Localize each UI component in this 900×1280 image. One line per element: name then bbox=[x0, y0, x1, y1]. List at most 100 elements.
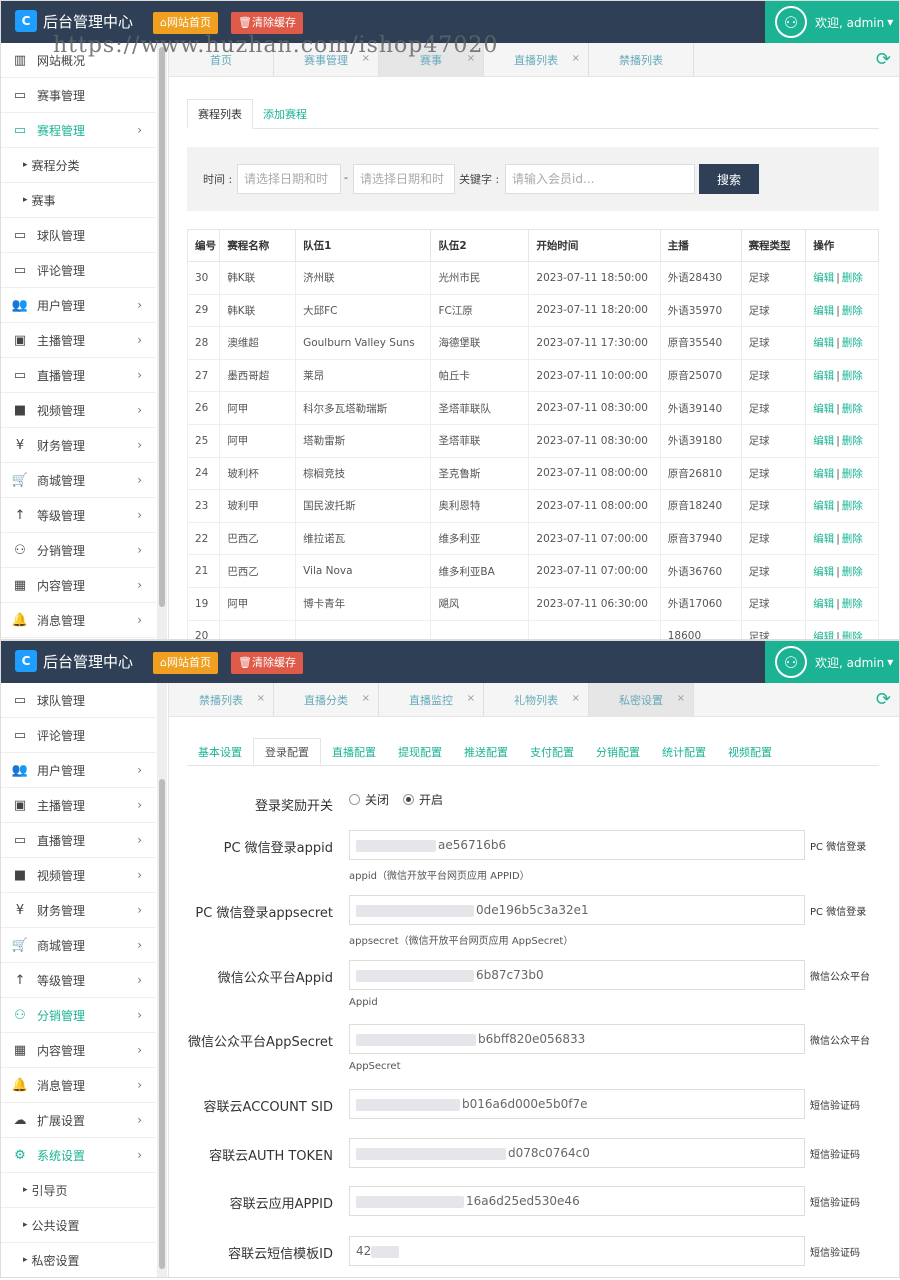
search-button[interactable]: 搜索 bbox=[699, 164, 759, 194]
sidebar-item[interactable]: 🔔 消息管理 › bbox=[1, 1068, 156, 1103]
tab-add-schedule[interactable]: 添加赛程 bbox=[253, 99, 317, 129]
refresh-icon[interactable]: ⟳ bbox=[876, 689, 891, 710]
sidebar-item[interactable]: ▸ 赛程分类 bbox=[1, 148, 156, 183]
sidebar-scrollbar[interactable] bbox=[157, 43, 167, 639]
delete-link[interactable]: 删除 bbox=[842, 500, 863, 512]
sidebar-item[interactable]: ▭ 直播管理 › bbox=[1, 358, 156, 393]
clear-cache-button[interactable]: 🗑清除缓存 bbox=[231, 12, 303, 34]
sidebar-item[interactable]: ▭ 赛程管理 › bbox=[1, 113, 156, 148]
tab[interactable]: 直播分类 × bbox=[274, 683, 379, 717]
radio-off[interactable] bbox=[349, 794, 360, 805]
close-icon[interactable]: × bbox=[572, 53, 580, 64]
scrollbar-thumb[interactable] bbox=[159, 47, 165, 607]
delete-link[interactable]: 删除 bbox=[842, 631, 863, 639]
edit-link[interactable]: 编辑 bbox=[813, 305, 834, 317]
sidebar-item[interactable]: ▦ 内容管理 › bbox=[1, 1033, 156, 1068]
edit-link[interactable]: 编辑 bbox=[813, 272, 834, 284]
config-tab[interactable]: 基本设置 bbox=[187, 738, 253, 765]
config-input[interactable]: ae56716b6 bbox=[349, 830, 805, 860]
sidebar-item[interactable]: ▭ 评论管理 bbox=[1, 718, 156, 753]
close-icon[interactable]: × bbox=[572, 693, 580, 704]
sidebar-item[interactable]: ▭ 球队管理 bbox=[1, 218, 156, 253]
end-date-input[interactable]: 请选择日期和时 bbox=[353, 164, 455, 194]
edit-link[interactable]: 编辑 bbox=[813, 337, 834, 349]
refresh-icon[interactable]: ⟳ bbox=[876, 49, 891, 70]
user-menu[interactable]: ⚇ 欢迎, admin ▾ bbox=[765, 1, 899, 43]
sidebar-item[interactable]: ▸ 引导页 bbox=[1, 1173, 156, 1208]
delete-link[interactable]: 删除 bbox=[842, 598, 863, 610]
config-input[interactable]: 0de196b5c3a32e1 bbox=[349, 895, 805, 925]
delete-link[interactable]: 删除 bbox=[842, 370, 863, 382]
sidebar-item[interactable]: ⚙ 系统设置 › bbox=[1, 1138, 156, 1173]
config-input[interactable]: 42 bbox=[349, 1236, 805, 1266]
delete-link[interactable]: 删除 bbox=[842, 533, 863, 545]
config-input[interactable]: d078c0764c0 bbox=[349, 1138, 805, 1168]
tab-schedule-list[interactable]: 赛程列表 bbox=[187, 99, 253, 129]
sidebar-item[interactable]: 🛒 商城管理 › bbox=[1, 463, 156, 498]
sidebar-item[interactable]: ⚇ 分销管理 › bbox=[1, 533, 156, 568]
sidebar-scrollbar[interactable] bbox=[157, 683, 167, 1277]
sidebar-item[interactable]: ▭ 球队管理 bbox=[1, 683, 156, 718]
sidebar-item[interactable]: ■ 视频管理 › bbox=[1, 393, 156, 428]
config-tab[interactable]: 视频配置 bbox=[717, 738, 783, 765]
config-input[interactable]: b016a6d000e5b0f7e bbox=[349, 1089, 805, 1119]
sidebar-item[interactable]: ▭ 评论管理 bbox=[1, 253, 156, 288]
tab[interactable]: 礼物列表 × bbox=[484, 683, 589, 717]
config-tab[interactable]: 支付配置 bbox=[519, 738, 585, 765]
sidebar-item[interactable]: ¥ 财务管理 › bbox=[1, 428, 156, 463]
sidebar-item[interactable]: 🛒 商城管理 › bbox=[1, 928, 156, 963]
scrollbar-thumb[interactable] bbox=[159, 779, 165, 1269]
edit-link[interactable]: 编辑 bbox=[813, 533, 834, 545]
edit-link[interactable]: 编辑 bbox=[813, 631, 834, 639]
tab[interactable]: 私密设置 × bbox=[589, 683, 694, 717]
delete-link[interactable]: 删除 bbox=[842, 468, 863, 480]
sidebar-item[interactable]: ↑ 等级管理 › bbox=[1, 498, 156, 533]
config-tab[interactable]: 统计配置 bbox=[651, 738, 717, 765]
start-date-input[interactable]: 请选择日期和时 bbox=[237, 164, 341, 194]
user-menu[interactable]: ⚇ 欢迎, admin ▾ bbox=[765, 641, 899, 683]
close-icon[interactable]: × bbox=[467, 693, 475, 704]
config-tab[interactable]: 登录配置 bbox=[253, 738, 321, 765]
sidebar-item[interactable]: ▸ 公共设置 bbox=[1, 1208, 156, 1243]
edit-link[interactable]: 编辑 bbox=[813, 403, 834, 415]
delete-link[interactable]: 删除 bbox=[842, 272, 863, 284]
delete-link[interactable]: 删除 bbox=[842, 403, 863, 415]
radio-on[interactable] bbox=[403, 794, 415, 805]
sidebar-item[interactable]: ▦ 内容管理 › bbox=[1, 568, 156, 603]
close-icon[interactable]: × bbox=[677, 693, 685, 704]
config-input[interactable]: b6bff820e056833 bbox=[349, 1024, 805, 1054]
config-tab[interactable]: 推送配置 bbox=[453, 738, 519, 765]
sidebar-item[interactable]: ■ 视频管理 › bbox=[1, 858, 156, 893]
sidebar-item[interactable]: 👥 用户管理 › bbox=[1, 753, 156, 788]
tab[interactable]: 直播监控 × bbox=[379, 683, 484, 717]
sidebar-item[interactable]: ▣ 主播管理 › bbox=[1, 788, 156, 823]
sidebar-item[interactable]: ▭ 赛事管理 bbox=[1, 78, 156, 113]
tab[interactable]: 禁播列表 bbox=[589, 43, 694, 77]
sidebar-item[interactable]: ⚇ 分销管理 › bbox=[1, 998, 156, 1033]
sidebar-item[interactable]: ☁ 扩展设置 › bbox=[1, 1103, 156, 1138]
sidebar-item[interactable]: ▸ 赛事 bbox=[1, 183, 156, 218]
config-tab[interactable]: 直播配置 bbox=[321, 738, 387, 765]
delete-link[interactable]: 删除 bbox=[842, 435, 863, 447]
edit-link[interactable]: 编辑 bbox=[813, 500, 834, 512]
sidebar-item[interactable]: ▭ 直播管理 › bbox=[1, 823, 156, 858]
clear-cache-button[interactable]: 🗑清除缓存 bbox=[231, 652, 303, 674]
edit-link[interactable]: 编辑 bbox=[813, 435, 834, 447]
close-icon[interactable]: × bbox=[257, 693, 265, 704]
delete-link[interactable]: 删除 bbox=[842, 566, 863, 578]
edit-link[interactable]: 编辑 bbox=[813, 566, 834, 578]
config-input[interactable]: 16a6d25ed530e46 bbox=[349, 1186, 805, 1216]
config-input[interactable]: 6b87c73b0 bbox=[349, 960, 805, 990]
sidebar-item[interactable]: 🔔 消息管理 › bbox=[1, 603, 156, 638]
tab[interactable]: 禁播列表 × bbox=[169, 683, 274, 717]
delete-link[interactable]: 删除 bbox=[842, 305, 863, 317]
config-tab[interactable]: 提现配置 bbox=[387, 738, 453, 765]
edit-link[interactable]: 编辑 bbox=[813, 370, 834, 382]
sidebar-item[interactable]: ¥ 财务管理 › bbox=[1, 893, 156, 928]
tab[interactable]: 直播列表 × bbox=[484, 43, 589, 77]
sidebar-item[interactable]: 👥 用户管理 › bbox=[1, 288, 156, 323]
edit-link[interactable]: 编辑 bbox=[813, 598, 834, 610]
home-button[interactable]: ⌂网站首页 bbox=[153, 652, 218, 674]
edit-link[interactable]: 编辑 bbox=[813, 468, 834, 480]
config-tab[interactable]: 分销配置 bbox=[585, 738, 651, 765]
